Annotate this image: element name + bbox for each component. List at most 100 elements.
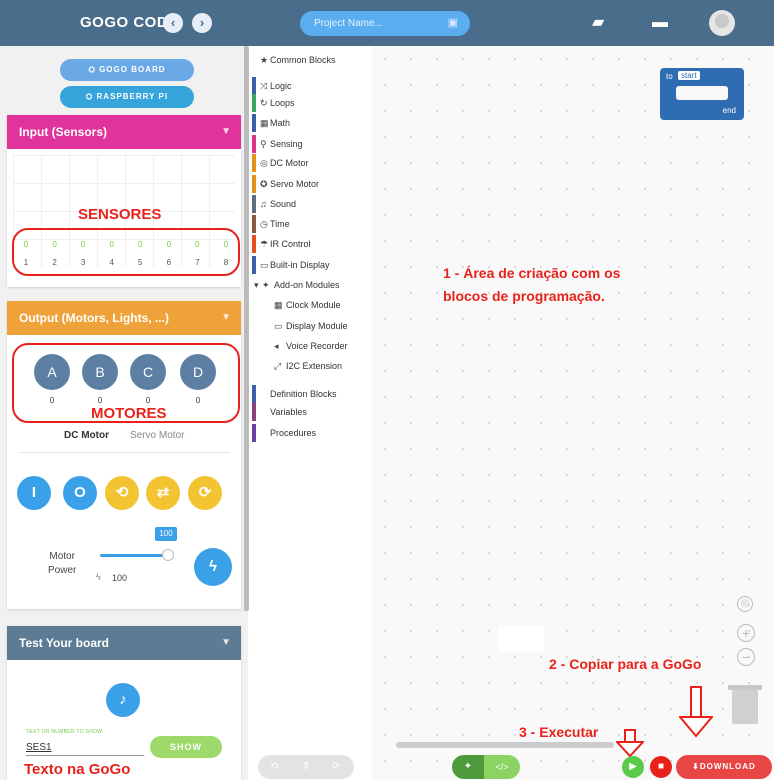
category-label: DC Motor bbox=[270, 158, 309, 168]
text-to-show-label: TEXT OR NUMBER TO SHOW bbox=[26, 729, 103, 735]
recenter-icon[interactable]: ◎ bbox=[737, 596, 753, 612]
chevron-down-icon[interactable]: ▼ bbox=[221, 301, 231, 335]
motor-b-button[interactable]: B bbox=[82, 354, 118, 390]
panel-splitter[interactable] bbox=[244, 46, 249, 611]
motor-c-button[interactable]: C bbox=[130, 354, 166, 390]
motor-cw-button[interactable]: ⟳ bbox=[188, 476, 222, 510]
music-icon: ♫ bbox=[260, 199, 267, 209]
block-start-name[interactable]: start bbox=[678, 71, 700, 80]
avatar[interactable] bbox=[709, 10, 735, 36]
forward-icon[interactable]: › bbox=[192, 13, 212, 33]
category-label: Loops bbox=[270, 98, 295, 108]
workspace-blank-patch bbox=[498, 626, 544, 652]
stop-button[interactable]: ■ bbox=[650, 756, 672, 778]
category-common-blocks[interactable]: ★ Common Blocks bbox=[252, 50, 372, 70]
category-color-bar bbox=[252, 135, 256, 153]
download-button[interactable]: ⬇DOWNLOAD bbox=[676, 755, 772, 779]
zoom-in-icon[interactable]: + bbox=[737, 624, 755, 642]
loop-icon: ↻ bbox=[260, 98, 268, 108]
bell-icon[interactable]: ♪ bbox=[106, 683, 140, 717]
test-board-header[interactable]: Test Your board ▼ bbox=[7, 626, 241, 660]
workspace-scrollbar[interactable] bbox=[396, 742, 614, 748]
redo-icon[interactable]: ⟳ bbox=[332, 755, 340, 779]
category-procedures[interactable]: Procedures bbox=[252, 423, 372, 443]
tab-dc-motor[interactable]: DC Motor bbox=[64, 430, 109, 441]
category-label: Sensing bbox=[270, 139, 303, 149]
text-to-show-input[interactable]: SES1 bbox=[26, 740, 144, 756]
category-label: Time bbox=[270, 219, 290, 229]
category-time[interactable]: ◷ Time bbox=[252, 214, 372, 234]
slider-handle[interactable] bbox=[162, 549, 174, 561]
category-dc-motor[interactable]: ◎ DC Motor bbox=[252, 153, 372, 173]
category-color-bar bbox=[252, 215, 256, 233]
motor-power-slider[interactable] bbox=[100, 554, 170, 557]
category-label: Built-in Display bbox=[270, 260, 330, 270]
project-name-input[interactable]: Project Name... ▣ bbox=[300, 11, 470, 36]
back-icon[interactable]: ‹ bbox=[163, 13, 183, 33]
category-clock-module[interactable]: ▦ Clock Module bbox=[252, 295, 372, 315]
test-board-title: Test Your board bbox=[19, 636, 110, 650]
category-built-in-display[interactable]: ▭ Built-in Display bbox=[252, 255, 372, 275]
code-view-button[interactable]: </> bbox=[484, 755, 520, 779]
category-definition-blocks[interactable]: Definition Blocks bbox=[252, 384, 372, 404]
motor-on-button[interactable]: I bbox=[17, 476, 51, 510]
motor-b-value: 0 bbox=[97, 396, 103, 405]
trash-icon[interactable] bbox=[732, 690, 758, 724]
arrow-download-shaft bbox=[690, 686, 702, 718]
motor-d-value: 0 bbox=[195, 396, 201, 405]
motor-reverse-button[interactable]: ⇄ bbox=[146, 476, 180, 510]
category-sound[interactable]: ♫ Sound bbox=[252, 194, 372, 214]
output-header[interactable]: Output (Motors, Lights, ...) ▼ bbox=[7, 301, 241, 335]
category-label: Common Blocks bbox=[270, 55, 336, 65]
motor-d-button[interactable]: D bbox=[180, 354, 216, 390]
category-add-on-modules[interactable]: ▾ ✦ Add-on Modules bbox=[252, 275, 372, 295]
annotation-run: 3 - Executar bbox=[519, 724, 599, 740]
category-loops[interactable]: ↻ Loops bbox=[252, 93, 372, 113]
undo-icon[interactable]: ⟲ bbox=[270, 755, 278, 779]
reorder-icon[interactable]: ⇕ bbox=[302, 755, 310, 779]
chevron-down-icon[interactable]: ▼ bbox=[221, 626, 231, 660]
expand-icon: ⤢ bbox=[274, 361, 282, 371]
category-variables[interactable]: Variables bbox=[252, 402, 372, 422]
category-label: I2C Extension bbox=[286, 361, 343, 371]
motor-a-button[interactable]: A bbox=[34, 354, 70, 390]
category-display-module[interactable]: ▭ Display Module bbox=[252, 316, 372, 336]
category-voice-recorder[interactable]: ◂ Voice Recorder bbox=[252, 336, 372, 356]
display-icon: ▭ bbox=[274, 321, 283, 331]
gogo-board-button[interactable]: ⛭ GOGO BOARD bbox=[60, 59, 194, 81]
motor-off-button[interactable]: O bbox=[63, 476, 97, 510]
top-toolbar: GOGO CODE ‹ › Project Name... ▣ ▰ ▬ bbox=[0, 0, 774, 46]
show-button[interactable]: SHOW bbox=[150, 736, 222, 758]
blocks-view-button[interactable]: ✦ bbox=[452, 755, 484, 779]
run-button[interactable]: ▶ bbox=[622, 756, 644, 778]
zoom-out-icon[interactable]: − bbox=[737, 648, 755, 666]
category-ir-control[interactable]: ☂ IR Control bbox=[252, 234, 372, 254]
input-sensors-header[interactable]: Input (Sensors) ▼ bbox=[7, 115, 241, 149]
star-icon: ★ bbox=[260, 55, 269, 65]
category-servo-motor[interactable]: ✪ Servo Motor bbox=[252, 174, 372, 194]
puzzle-icon: ✦ bbox=[262, 280, 270, 290]
category-i2c-extension[interactable]: ⤢ I2C Extension bbox=[252, 356, 372, 376]
category-color-bar bbox=[252, 175, 256, 193]
save-icon[interactable]: ▣ bbox=[448, 11, 458, 36]
category-sensing[interactable]: ⚲ Sensing bbox=[252, 134, 372, 154]
chevron-down-icon[interactable]: ▼ bbox=[221, 115, 231, 149]
power-apply-button[interactable]: ϟ bbox=[194, 548, 232, 586]
category-math[interactable]: ▦ Math bbox=[252, 113, 372, 133]
category-label: Variables bbox=[270, 407, 307, 417]
speaker-icon: ◂ bbox=[274, 341, 279, 351]
undo-redo-group: ⟲ ⇕ ⟳ bbox=[258, 755, 354, 779]
book-icon[interactable]: ▰ bbox=[592, 14, 604, 32]
folder-icon[interactable]: ▬ bbox=[652, 14, 668, 32]
tab-servo-motor[interactable]: Servo Motor bbox=[130, 430, 184, 441]
raspberry-pi-button[interactable]: ⛭ RASPBERRY PI bbox=[60, 86, 194, 108]
motor-ccw-button[interactable]: ⟲ bbox=[105, 476, 139, 510]
display-icon: ▭ bbox=[260, 260, 269, 270]
caret-down-icon: ▾ bbox=[254, 280, 259, 290]
output-title: Output (Motors, Lights, ...) bbox=[19, 311, 169, 325]
start-procedure-block[interactable]: to start end bbox=[660, 68, 744, 120]
category-color-bar bbox=[252, 94, 256, 112]
annotation-copy: 2 - Copiar para a GoGo bbox=[549, 656, 702, 672]
category-label: Logic bbox=[270, 81, 292, 91]
motor-power-label: Motor Power bbox=[48, 551, 77, 576]
